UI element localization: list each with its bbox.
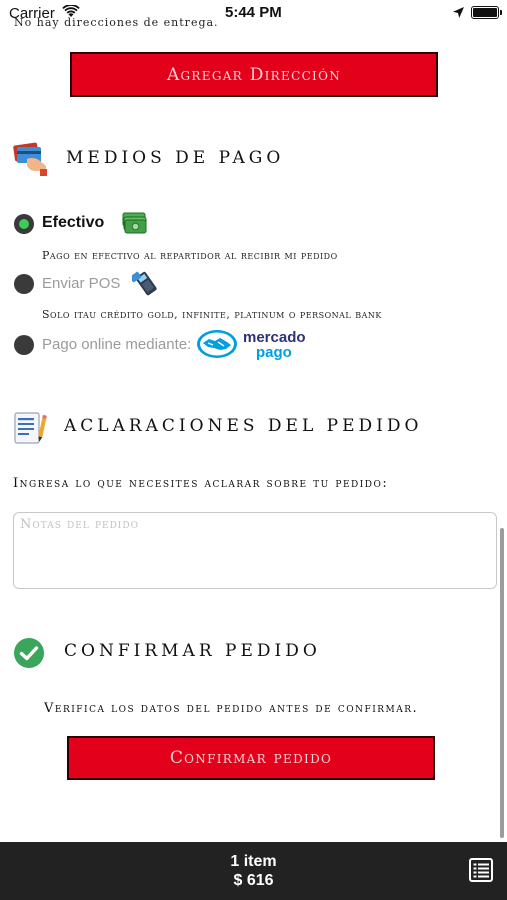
order-notes-input[interactable] xyxy=(13,512,497,589)
option-desc-enviar-pos: Solo itau crédito gold, infinite, platin… xyxy=(42,308,382,321)
confirm-order-title: CONFIRMAR PEDIDO xyxy=(64,641,321,661)
cash-icon xyxy=(122,212,147,234)
option-label-efectivo[interactable]: Efectivo xyxy=(42,214,104,232)
confirm-order-button[interactable]: Confirmar pedido xyxy=(67,736,435,780)
order-notes-hint: Ingresa lo que necesites aclarar sobre t… xyxy=(13,476,389,491)
check-circle-icon xyxy=(14,638,44,668)
cart-item-count: 1 item xyxy=(230,853,277,870)
mercado-pago-word-2: pago xyxy=(256,344,292,361)
radio-pago-online[interactable] xyxy=(14,335,34,355)
add-address-button[interactable]: Agregar Dirección xyxy=(70,52,438,97)
option-desc-efectivo: Pago en efectivo al repartidor al recibi… xyxy=(42,249,338,262)
option-label-pago-online[interactable]: Pago online mediante: xyxy=(42,336,191,353)
payment-methods-title: MEDIOS DE PAGO xyxy=(66,148,285,168)
order-notes-title: ACLARACIONES DEL PEDIDO xyxy=(64,416,423,436)
option-label-enviar-pos[interactable]: Enviar POS xyxy=(42,275,120,292)
battery-icon xyxy=(471,6,502,19)
scrollbar[interactable] xyxy=(500,528,504,838)
order-list-icon[interactable] xyxy=(468,857,494,883)
confirm-order-hint: Verifica los datos del pedido antes de c… xyxy=(44,701,419,716)
notepad-pencil-icon xyxy=(14,412,47,444)
pos-terminal-icon xyxy=(132,271,157,296)
location-arrow-icon xyxy=(453,7,464,18)
radio-enviar-pos[interactable] xyxy=(14,274,34,294)
clock: 5:44 PM xyxy=(225,4,282,21)
credit-card-hand-icon xyxy=(13,142,47,176)
radio-efectivo[interactable] xyxy=(14,214,34,234)
mercado-pago-logo: mercado pago xyxy=(197,329,306,361)
cart-total: $ 616 xyxy=(233,872,274,889)
cart-summary-bar[interactable]: 1 item $ 616 xyxy=(0,842,507,900)
no-addresses-text: No hay direcciones de entrega. xyxy=(14,16,219,29)
